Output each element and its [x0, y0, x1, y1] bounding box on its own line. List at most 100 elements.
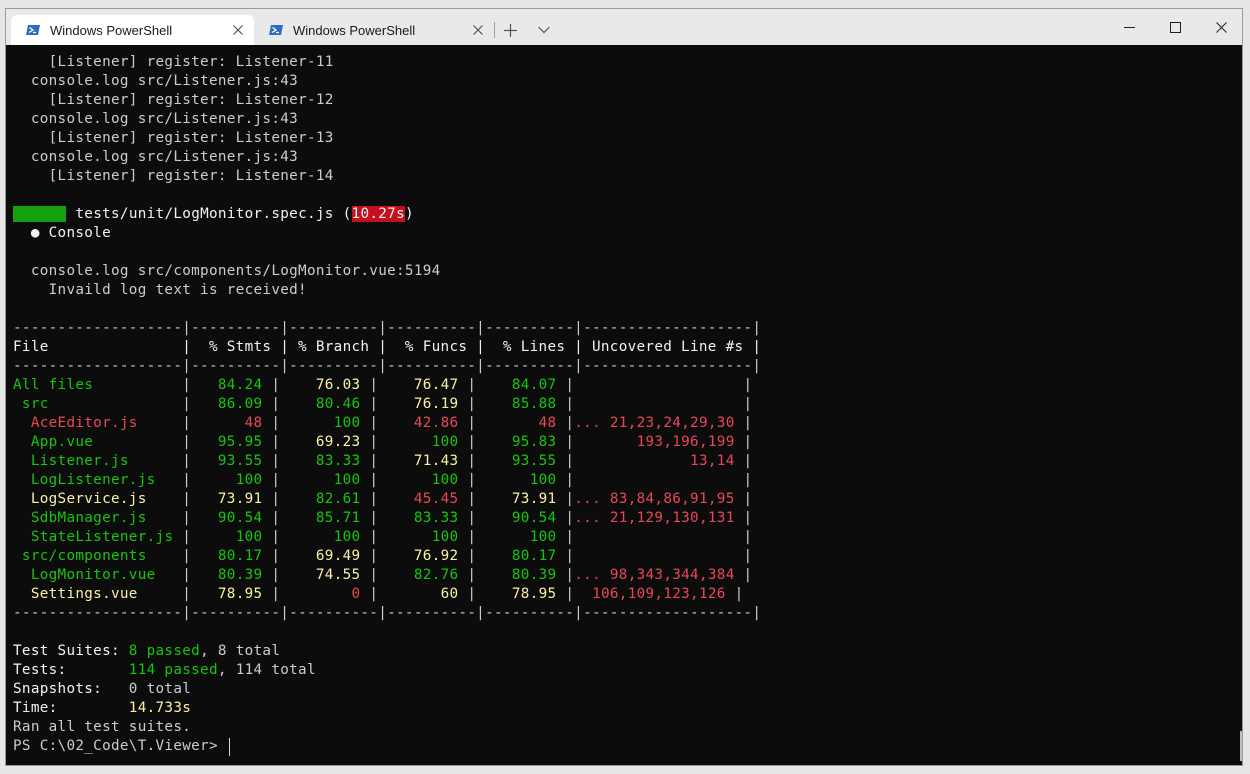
coverage-branch: 80.46	[280, 396, 370, 412]
command-prompt[interactable]: PS C:\02_Code\T.Viewer>	[13, 737, 227, 756]
terminal-output[interactable]: [Listener] register: Listener-11 console…	[6, 45, 1242, 765]
coverage-row: AceEditor.js | 48 | 100 | 42.86 | 48 |..…	[13, 414, 752, 433]
column-separator: |	[565, 567, 575, 583]
close-icon[interactable]	[468, 20, 488, 40]
log-line: [Listener] register: Listener-14	[13, 168, 334, 184]
coverage-separator: -------------------|----------|---------…	[13, 605, 762, 621]
column-separator: |	[743, 491, 753, 507]
column-separator: |	[467, 377, 477, 393]
coverage-stmts: 78.95	[191, 586, 272, 602]
column-separator: |	[565, 453, 575, 469]
column-separator: |	[565, 472, 575, 488]
log-line: console.log src/Listener.js:43	[13, 111, 299, 127]
coverage-uncovered: ... 21,129,130,131	[574, 510, 744, 526]
coverage-row: src | 86.09 | 80.46 | 76.19 | 85.88 | |	[13, 395, 752, 414]
column-separator: |	[271, 396, 281, 412]
coverage-lines: 90.54	[476, 510, 566, 526]
coverage-row: All files | 84.24 | 76.03 | 76.47 | 84.0…	[13, 376, 752, 395]
coverage-row: LogMonitor.vue | 80.39 | 74.55 | 82.76 |…	[13, 566, 752, 585]
coverage-uncovered: 106,109,123,126	[574, 586, 735, 602]
coverage-row: src/components | 80.17 | 69.49 | 76.92 |…	[13, 547, 752, 566]
column-separator: |	[271, 567, 281, 583]
coverage-lines: 48	[476, 415, 566, 431]
text-cursor	[229, 738, 230, 756]
coverage-stmts: 48	[191, 415, 272, 431]
coverage-file: LogMonitor.vue	[13, 567, 183, 583]
column-separator: |	[743, 510, 753, 526]
column-separator: |	[271, 586, 281, 602]
coverage-lines: 100	[476, 529, 566, 545]
maximize-icon[interactable]	[1152, 9, 1198, 45]
plus-icon[interactable]	[498, 18, 522, 42]
tab-powershell-2[interactable]: Windows PowerShell	[254, 15, 494, 45]
chevron-down-icon[interactable]	[532, 18, 556, 42]
column-separator: |	[467, 434, 477, 450]
coverage-branch: 100	[280, 472, 370, 488]
coverage-stmts: 90.54	[191, 510, 272, 526]
coverage-funcs: 60	[378, 586, 468, 602]
column-separator: |	[743, 415, 753, 431]
column-separator: |	[565, 510, 575, 526]
coverage-uncovered	[574, 548, 743, 564]
coverage-file: SdbManager.js	[13, 510, 183, 526]
coverage-lines: 78.95	[476, 586, 566, 602]
column-separator: |	[467, 396, 477, 412]
log-line: [Listener] register: Listener-12	[13, 92, 334, 108]
log-line: console.log src/Listener.js:43	[13, 73, 299, 89]
column-separator: |	[271, 529, 281, 545]
console-heading: ● Console	[13, 225, 111, 241]
column-separator: |	[271, 377, 281, 393]
column-separator: |	[467, 548, 477, 564]
window-close-icon[interactable]	[1198, 9, 1242, 45]
coverage-row: LogListener.js | 100 | 100 | 100 | 100 |…	[13, 471, 752, 490]
tab-powershell-1[interactable]: Windows PowerShell	[11, 15, 254, 45]
column-separator: |	[271, 472, 281, 488]
coverage-file: LogListener.js	[13, 472, 183, 488]
column-separator: |	[467, 567, 477, 583]
pass-badge: PASS	[13, 206, 67, 222]
column-separator: |	[369, 396, 379, 412]
column-separator: |	[734, 586, 744, 602]
coverage-file: All files	[13, 377, 183, 393]
coverage-branch: 100	[280, 529, 370, 545]
duration-badge: 10.27s	[351, 206, 405, 222]
minimize-icon[interactable]	[1106, 9, 1152, 45]
tab-label: Windows PowerShell	[293, 22, 416, 38]
column-separator: |	[467, 510, 477, 526]
coverage-uncovered	[574, 377, 743, 393]
coverage-file: LogService.js	[13, 491, 183, 507]
coverage-separator: -------------------|----------|---------…	[13, 358, 762, 374]
column-separator: |	[369, 510, 379, 526]
column-separator: |	[743, 396, 753, 412]
coverage-funcs: 71.43	[378, 453, 468, 469]
console-log-source: console.log src/components/LogMonitor.vu…	[13, 263, 441, 279]
column-separator: |	[743, 377, 753, 393]
column-separator: |	[182, 548, 192, 564]
column-separator: |	[369, 453, 379, 469]
coverage-uncovered	[574, 529, 743, 545]
test-file-name: LogMonitor.spec.js	[173, 206, 334, 222]
coverage-file: StateListener.js	[13, 529, 183, 545]
coverage-funcs: 76.92	[378, 548, 468, 564]
coverage-branch: 85.71	[280, 510, 370, 526]
scrollbar[interactable]	[1240, 731, 1242, 761]
column-separator: |	[182, 453, 192, 469]
coverage-branch: 74.55	[280, 567, 370, 583]
coverage-stmts: 86.09	[191, 396, 272, 412]
column-separator: |	[467, 472, 477, 488]
coverage-uncovered	[574, 396, 743, 412]
column-separator: |	[467, 415, 477, 431]
column-separator: |	[743, 453, 753, 469]
coverage-stmts: 73.91	[191, 491, 272, 507]
column-separator: |	[743, 548, 753, 564]
column-separator: |	[271, 415, 281, 431]
column-separator: |	[182, 510, 192, 526]
close-icon[interactable]	[228, 20, 248, 40]
coverage-lines: 80.17	[476, 548, 566, 564]
column-separator: |	[369, 529, 379, 545]
coverage-funcs: 82.76	[378, 567, 468, 583]
column-separator: |	[369, 434, 379, 450]
column-separator: |	[369, 472, 379, 488]
coverage-funcs: 100	[378, 529, 468, 545]
coverage-lines: 73.91	[476, 491, 566, 507]
